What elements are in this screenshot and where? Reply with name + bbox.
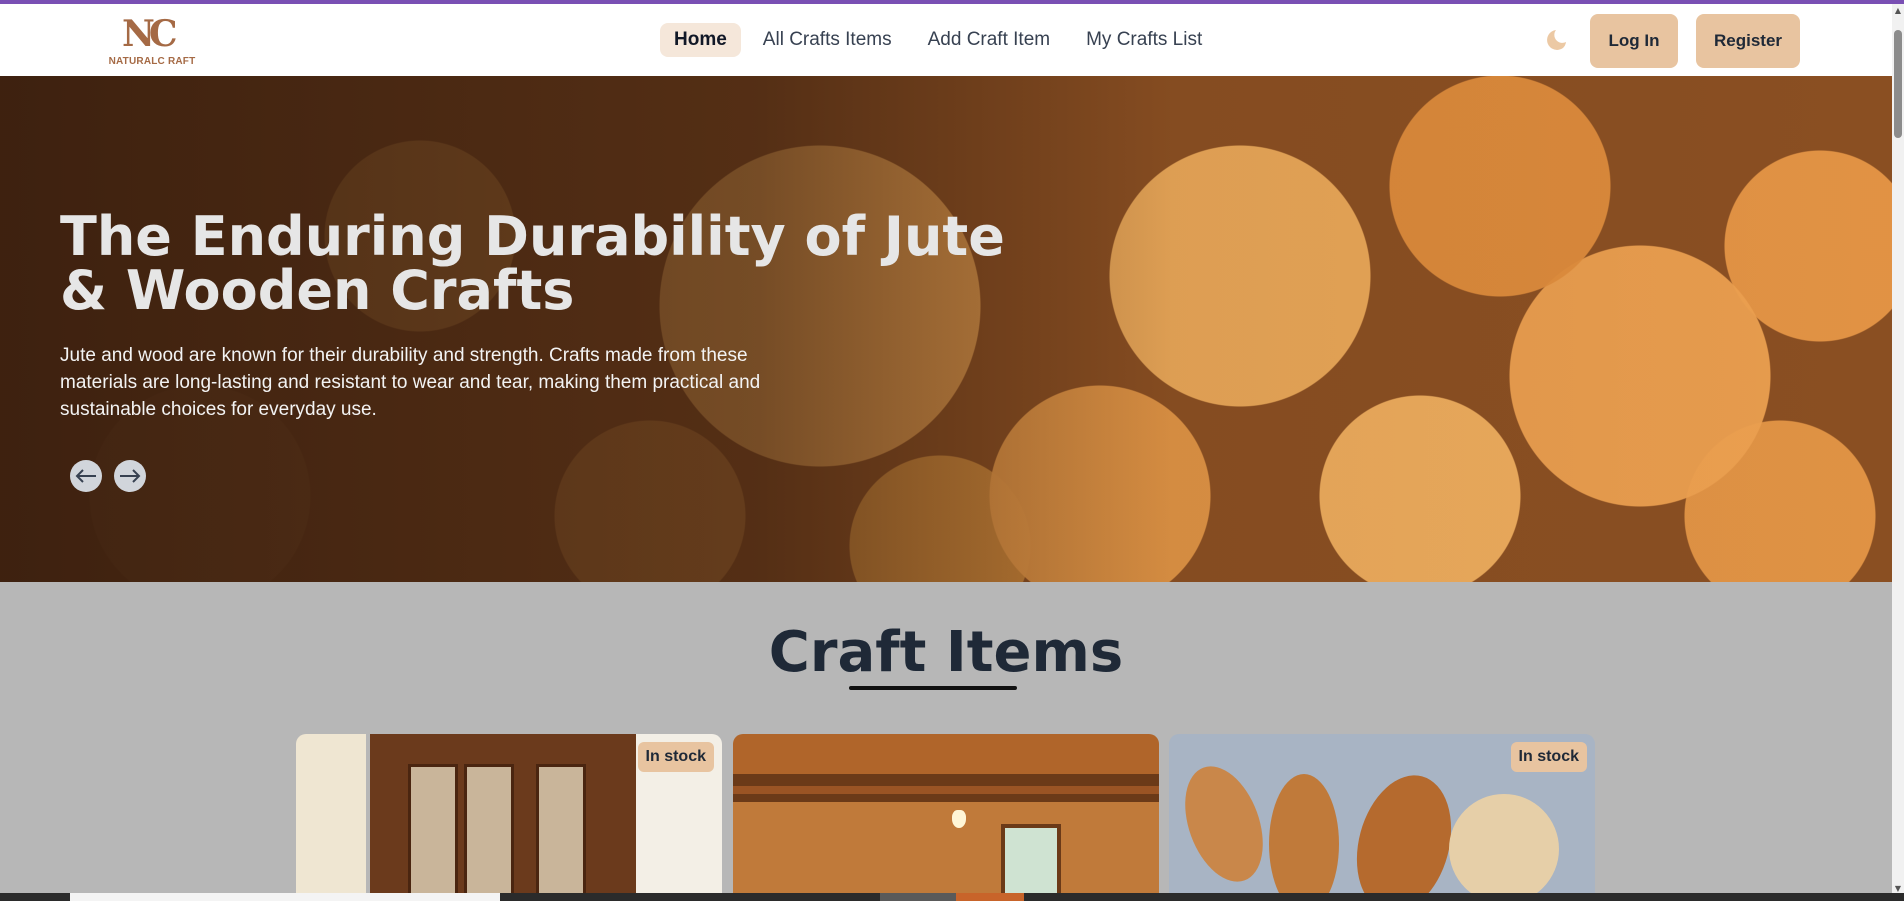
logo-mark: NC [122, 13, 178, 55]
hero-overlay [0, 76, 1892, 582]
stock-badge: In stock [1510, 742, 1587, 772]
spoon-shape [1449, 794, 1559, 901]
ceiling-beam [733, 774, 1159, 786]
hero-description: Jute and wood are known for their durabi… [60, 345, 761, 420]
os-taskbar [0, 893, 1904, 901]
ceiling-beam [733, 794, 1159, 802]
cabinet-glass-panel [464, 764, 514, 901]
nav-home[interactable]: Home [660, 23, 741, 57]
moon-icon[interactable] [1544, 26, 1572, 54]
login-button[interactable]: Log In [1590, 14, 1678, 68]
register-button[interactable]: Register [1696, 14, 1800, 68]
title-underline [849, 686, 1017, 690]
arrow-right-icon [120, 469, 141, 483]
carousel-prev-button[interactable] [70, 460, 102, 492]
cabinet-glass-panel [408, 764, 458, 901]
stock-badge: In stock [637, 742, 714, 772]
navbar: NC NATURALC RAFT Home All Crafts Items A… [0, 4, 1892, 76]
craft-card-wooden-spoons[interactable]: In stock [1169, 734, 1595, 901]
carousel-next-button[interactable] [114, 460, 146, 492]
nav-add-craft-item[interactable]: Add Craft Item [914, 23, 1065, 57]
craft-card-wooden-cabinet[interactable]: In stock [296, 734, 722, 901]
craft-card-log-cabin[interactable] [733, 734, 1159, 901]
scroll-up-icon[interactable]: ▲ [1893, 6, 1903, 16]
hero-title: The Enduring Durability of Jute & Wooden… [60, 205, 1005, 322]
scrollbar-thumb[interactable] [1894, 30, 1902, 138]
section-title: Craft Items [768, 620, 1124, 685]
page-scrollbar[interactable]: ▲ ▼ [1892, 4, 1904, 897]
cabinet-glass-panel [536, 764, 586, 901]
arrow-left-icon [75, 469, 96, 483]
brand-logo[interactable]: NC NATURALC RAFT [100, 12, 204, 68]
taskbar-window[interactable] [70, 893, 500, 901]
main-nav: Home All Crafts Items Add Craft Item My … [660, 22, 1216, 58]
nav-my-crafts-list[interactable]: My Crafts List [1072, 23, 1216, 57]
hero-carousel: The Enduring Durability of Jute & Wooden… [0, 76, 1892, 582]
taskbar-window[interactable] [956, 893, 1024, 901]
spoon-shape [1269, 774, 1339, 901]
nav-all-crafts-items[interactable]: All Crafts Items [749, 23, 906, 57]
spoon-shape [1342, 764, 1466, 901]
cabin-window [1001, 824, 1061, 901]
spoon-shape [1170, 755, 1278, 893]
logo-text: NATURALC RAFT [108, 56, 196, 67]
lamp [952, 810, 966, 828]
